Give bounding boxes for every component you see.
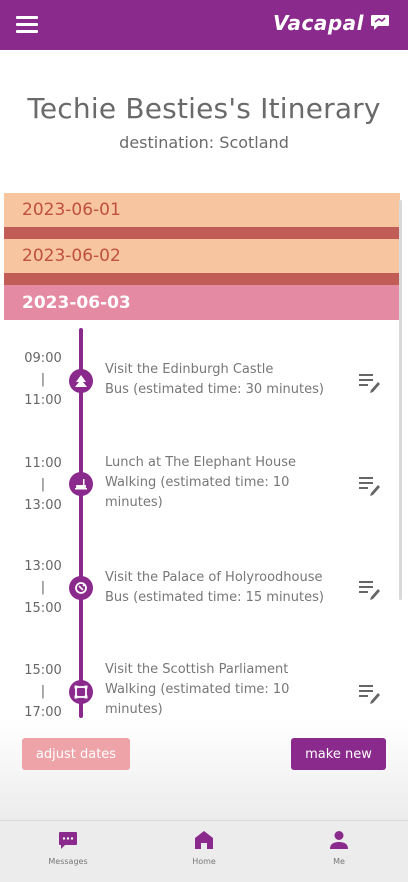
- time-separator: |: [40, 477, 46, 492]
- dining-icon: [69, 472, 93, 496]
- event-time-range: 15:00 | 17:00: [16, 660, 70, 723]
- date-divider: [4, 273, 400, 285]
- event-time-range: 11:00 | 13:00: [16, 453, 70, 516]
- date-divider: [4, 227, 400, 239]
- tab-label: Me: [333, 857, 345, 866]
- make-new-button[interactable]: make new: [291, 738, 386, 770]
- tab-me[interactable]: Me: [299, 829, 379, 866]
- chat-bubble-icon: [371, 15, 389, 30]
- date-header-2023-06-01[interactable]: 2023-06-01: [4, 193, 400, 227]
- event-transport: Bus (estimated time: 15 minutes): [105, 590, 324, 605]
- edit-event-icon[interactable]: [358, 474, 382, 496]
- date-header-2023-06-03[interactable]: 2023-06-03: [4, 285, 400, 320]
- tab-home[interactable]: Home: [164, 829, 244, 866]
- start-time: 11:00: [24, 456, 62, 471]
- event-title: Lunch at The Elephant House: [105, 455, 297, 470]
- scrollbar[interactable]: [399, 200, 402, 600]
- destination-label: destination: Scotland: [119, 133, 289, 152]
- event-details: Visit the Scottish Parliament Walking (e…: [105, 660, 345, 720]
- home-icon: [195, 831, 213, 849]
- tab-label: Home: [192, 857, 216, 866]
- date-label: 2023-06-01: [22, 200, 121, 220]
- time-separator: |: [40, 580, 46, 595]
- tab-messages[interactable]: Messages: [28, 829, 108, 866]
- tab-label: Messages: [48, 857, 88, 866]
- brand-name: Vacapal: [273, 11, 364, 35]
- edit-event-icon[interactable]: [358, 682, 382, 704]
- event-transport: Walking (estimated time: 10 minutes): [105, 682, 290, 717]
- itinerary-title: Techie Besties's Itinerary: [27, 92, 381, 125]
- edit-event-icon[interactable]: [358, 578, 382, 600]
- event-transport: Bus (estimated time: 30 minutes): [105, 382, 324, 397]
- event-details: Visit the Edinburgh Castle Bus (estimate…: [105, 360, 345, 400]
- end-time: 15:00: [24, 601, 62, 616]
- start-time: 09:00: [24, 351, 62, 366]
- start-time: 13:00: [24, 559, 62, 574]
- actions-panel: [0, 720, 408, 820]
- event-time-range: 09:00 | 11:00: [16, 348, 70, 411]
- end-time: 13:00: [24, 498, 62, 513]
- event-title: Visit the Scottish Parliament: [105, 662, 289, 677]
- adjust-dates-button[interactable]: adjust dates: [22, 738, 130, 770]
- time-separator: |: [40, 684, 46, 699]
- hamburger-menu-icon[interactable]: [16, 16, 38, 34]
- castle-icon: [69, 369, 93, 393]
- start-time: 15:00: [24, 663, 62, 678]
- end-time: 11:00: [24, 393, 62, 408]
- event-details: Lunch at The Elephant House Walking (est…: [105, 453, 345, 513]
- event-title: Visit the Palace of Holyroodhouse: [105, 570, 323, 585]
- date-label: 2023-06-03: [22, 292, 131, 313]
- event-transport: Walking (estimated time: 10 minutes): [105, 475, 290, 510]
- event-time-range: 13:00 | 15:00: [16, 556, 70, 619]
- top-app-bar: Vacapal: [0, 0, 408, 50]
- date-header-2023-06-02[interactable]: 2023-06-02: [4, 239, 400, 273]
- messages-icon: [59, 832, 77, 849]
- event-details: Visit the Palace of Holyroodhouse Bus (e…: [105, 568, 345, 608]
- event-title: Visit the Edinburgh Castle: [105, 362, 274, 377]
- user-icon: [330, 831, 348, 849]
- date-label: 2023-06-02: [22, 246, 121, 266]
- landmark-icon: [69, 576, 93, 600]
- bottom-tab-bar: Messages Home Me: [0, 820, 408, 882]
- edit-event-icon[interactable]: [358, 371, 382, 393]
- brand-logo: Vacapal: [273, 11, 390, 35]
- time-separator: |: [40, 372, 46, 387]
- building-icon: [69, 680, 93, 704]
